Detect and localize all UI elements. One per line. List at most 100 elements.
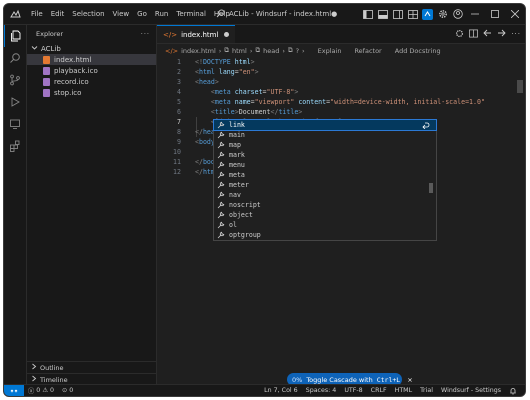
source-control-icon[interactable] bbox=[4, 69, 26, 91]
error-count: 0 bbox=[36, 387, 41, 394]
menu-selection[interactable]: Selection bbox=[68, 4, 108, 24]
indentation[interactable]: Spaces: 4 bbox=[302, 387, 341, 394]
suggestion-item[interactable]: main bbox=[214, 130, 436, 140]
settings-gear-icon[interactable] bbox=[437, 9, 448, 20]
explorer-title: Explorer bbox=[36, 30, 64, 38]
close-button[interactable] bbox=[505, 4, 525, 24]
explorer-icon[interactable] bbox=[4, 25, 27, 47]
problems-indicator[interactable]: ⓧ 0 ⚠ 0 bbox=[24, 386, 58, 395]
ports-indicator[interactable]: ⊙ 0 bbox=[58, 387, 77, 394]
suggestion-item[interactable]: menu bbox=[214, 160, 436, 170]
editor-scrollbar[interactable] bbox=[517, 80, 523, 93]
close-icon[interactable]: × bbox=[407, 376, 412, 384]
breadcrumb-current[interactable]: ? bbox=[296, 47, 299, 55]
line-content: </hea bbox=[195, 128, 215, 136]
menu-terminal[interactable]: Terminal bbox=[172, 4, 210, 24]
toggle-secondary-sidebar-icon[interactable] bbox=[392, 9, 403, 20]
end-of-line[interactable]: CRLF bbox=[367, 387, 391, 394]
menu-go[interactable]: Go bbox=[133, 4, 151, 24]
line-content: <meta name="viewport" content="width=dev… bbox=[210, 98, 485, 106]
cursor-position[interactable]: Ln 7, Col 6 bbox=[260, 387, 302, 394]
command-center[interactable]: ACLib - Windsurf - index.html● bbox=[216, 4, 337, 24]
minimize-button[interactable] bbox=[465, 4, 485, 24]
extensions-icon[interactable] bbox=[4, 135, 26, 157]
breadcrumb-html[interactable]: html bbox=[232, 47, 247, 55]
suggestion-item[interactable]: noscript bbox=[214, 200, 436, 210]
suggestion-label: link bbox=[229, 121, 245, 129]
line-number: 5 bbox=[177, 98, 181, 106]
tab-index-html[interactable]: </> index.html bbox=[157, 25, 236, 43]
trial-status[interactable]: Trial bbox=[416, 387, 437, 394]
wrench-icon bbox=[217, 131, 225, 139]
toggle-panel-icon[interactable] bbox=[377, 9, 388, 20]
wrench-icon bbox=[217, 181, 225, 189]
line-number: 6 bbox=[177, 108, 181, 116]
line-content: <html lang="en"> bbox=[195, 68, 259, 76]
codelens-refactor[interactable]: Refactor bbox=[354, 47, 381, 55]
suggestion-item[interactable]: ol bbox=[214, 220, 436, 230]
more-actions-icon[interactable]: ··· bbox=[511, 30, 521, 38]
suggestion-item[interactable]: meter bbox=[214, 180, 436, 190]
toggle-sidebar-icon[interactable] bbox=[362, 9, 373, 20]
remote-indicator[interactable] bbox=[4, 385, 24, 396]
suggestion-item[interactable]: mark bbox=[214, 150, 436, 160]
cascade-label: Toggle Cascade with bbox=[306, 375, 373, 384]
title-bar: File Edit Selection View Go Run Terminal… bbox=[4, 4, 525, 25]
file-label: stop.ico bbox=[54, 88, 82, 97]
folder-aclib[interactable]: ACLib bbox=[27, 43, 156, 54]
windsurf-settings[interactable]: Windsurf - Settings bbox=[437, 387, 505, 394]
split-editor-icon[interactable] bbox=[469, 29, 479, 40]
more-actions-icon[interactable]: ··· bbox=[141, 30, 150, 38]
codelens-add-docstring[interactable]: Add Docstring bbox=[395, 47, 441, 55]
codelens-explain[interactable]: Explain bbox=[318, 47, 342, 55]
forward-arrow-icon[interactable] bbox=[497, 29, 506, 39]
suggestion-label: ol bbox=[229, 221, 237, 229]
suggestion-widget: link main map mark menu meta meter nav noscript o… bbox=[213, 119, 437, 241]
back-arrow-icon[interactable] bbox=[483, 29, 492, 39]
windsurf-logo-icon bbox=[10, 9, 21, 20]
wrench-icon bbox=[217, 231, 225, 239]
breadcrumb-file[interactable]: index.html bbox=[181, 47, 216, 55]
menu-file[interactable]: File bbox=[27, 4, 47, 24]
suggestion-item[interactable]: meta bbox=[214, 170, 436, 180]
remote-explorer-icon[interactable] bbox=[4, 113, 26, 135]
chevron-down-icon bbox=[31, 44, 38, 53]
account-icon[interactable] bbox=[452, 9, 463, 20]
suggestion-label: meta bbox=[229, 171, 245, 179]
outline-section[interactable]: Outline bbox=[27, 361, 156, 373]
line-number: 1 bbox=[177, 58, 181, 66]
maximize-button[interactable] bbox=[485, 4, 505, 24]
menu-view[interactable]: View bbox=[109, 4, 134, 24]
suggestion-item[interactable]: optgroup bbox=[214, 230, 436, 240]
line-content: <body bbox=[195, 138, 215, 146]
file-index-html[interactable]: index.html bbox=[27, 54, 156, 65]
encoding[interactable]: UTF-8 bbox=[340, 387, 366, 394]
line-content: <head> bbox=[195, 78, 219, 86]
layout-icon[interactable] bbox=[407, 9, 418, 20]
language-mode[interactable]: HTML bbox=[391, 387, 417, 394]
cascade-icon[interactable] bbox=[422, 8, 433, 20]
image-file-icon bbox=[43, 66, 50, 75]
line-number: 3 bbox=[177, 78, 181, 86]
menu-run[interactable]: Run bbox=[151, 4, 172, 24]
run-debug-icon[interactable] bbox=[4, 91, 26, 113]
suggestion-label: map bbox=[229, 141, 241, 149]
breadcrumb-head[interactable]: head bbox=[263, 47, 279, 55]
suggestion-item[interactable]: map bbox=[214, 140, 436, 150]
file-record-ico[interactable]: record.ico bbox=[27, 76, 156, 87]
chevron-right-icon: › bbox=[249, 46, 253, 55]
outline-label: Outline bbox=[40, 363, 64, 372]
status-bar: ⓧ 0 ⚠ 0 ⊙ 0 Ln 7, Col 6 Spaces: 4 UTF-8 … bbox=[4, 384, 525, 396]
notifications-bell-icon[interactable] bbox=[505, 387, 521, 395]
modified-dot-icon[interactable] bbox=[224, 32, 230, 37]
suggestion-item[interactable]: object bbox=[214, 210, 436, 220]
file-stop-ico[interactable]: stop.ico bbox=[27, 87, 156, 98]
app-window: File Edit Selection View Go Run Terminal… bbox=[3, 3, 526, 397]
suggestion-item[interactable]: link bbox=[213, 119, 437, 131]
file-playback-ico[interactable]: playback.ico bbox=[27, 65, 156, 76]
menu-edit[interactable]: Edit bbox=[47, 4, 69, 24]
search-icon[interactable] bbox=[4, 47, 26, 69]
suggestion-item[interactable]: nav bbox=[214, 190, 436, 200]
line-content: <!DOCTYPE html> bbox=[195, 58, 255, 66]
settings-gear-icon[interactable] bbox=[455, 29, 464, 40]
